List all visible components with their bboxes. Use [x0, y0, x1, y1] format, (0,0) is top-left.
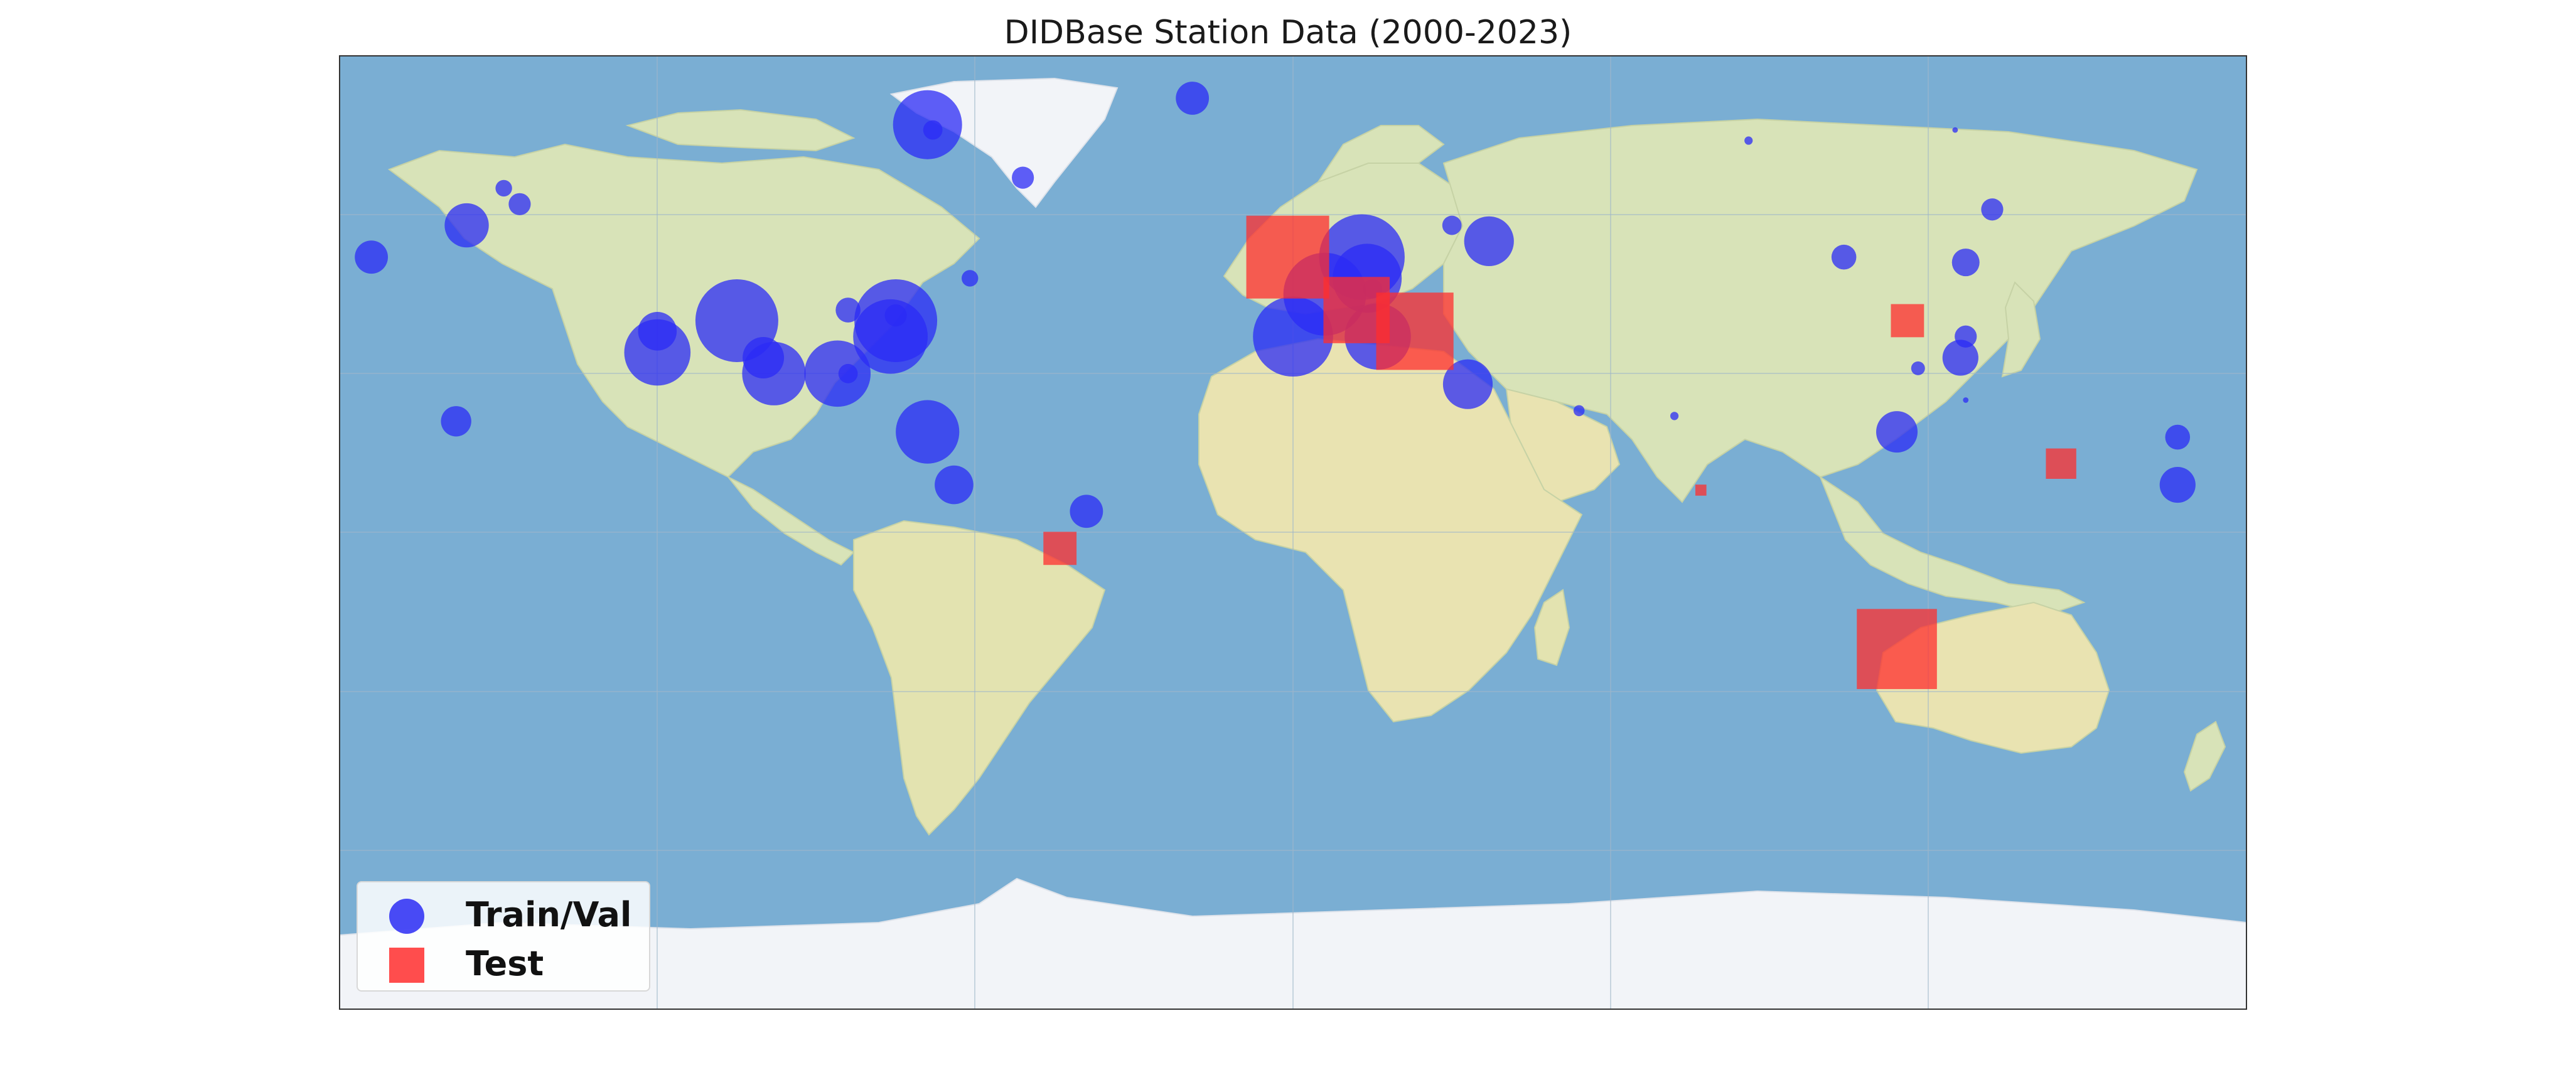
train-station-marker [1911, 361, 1925, 375]
train-station-marker [2159, 466, 2196, 503]
test-station-marker [2046, 448, 2076, 479]
train-station-marker [1942, 340, 1978, 376]
train-station-marker [2165, 424, 2191, 450]
train-station-marker [355, 240, 389, 274]
legend-item-train: Train/Val [358, 891, 649, 941]
train-station-marker [495, 179, 512, 197]
train-station-marker [742, 341, 806, 405]
train-station-marker [884, 304, 907, 327]
train-station-marker [1744, 136, 1753, 145]
train-station-marker [1442, 215, 1462, 235]
figure: DIDBase Station Data (2000-2023) Train/V… [0, 0, 2576, 1065]
train-station-marker [1012, 166, 1034, 189]
train-station-marker [896, 400, 960, 464]
train-station-marker [624, 319, 691, 386]
test-station-marker [1043, 532, 1077, 565]
legend-circle-icon [389, 899, 424, 934]
train-station-marker [1070, 495, 1103, 528]
train-station-marker [838, 363, 858, 383]
train-station-marker [1253, 296, 1333, 377]
test-station-marker [1891, 304, 1924, 338]
legend-item-test: Test [358, 940, 649, 990]
train-station-marker [1670, 412, 1679, 420]
test-station-marker [1695, 484, 1707, 496]
train-station-marker [962, 270, 979, 287]
test-station-marker [1857, 609, 1937, 689]
test-station-marker [1246, 215, 1329, 299]
train-station-marker [1963, 397, 1969, 403]
train-station-marker [508, 193, 531, 215]
train-station-marker [441, 406, 471, 437]
legend-label-test: Test [466, 944, 544, 983]
train-station-marker [1876, 411, 1918, 453]
train-station-marker [923, 120, 943, 140]
legend: Train/Val Test [357, 881, 650, 992]
legend-label-train: Train/Val [466, 895, 632, 934]
train-station-marker [935, 465, 974, 505]
train-station-marker [1831, 244, 1857, 270]
train-station-marker [1573, 405, 1585, 417]
legend-square-icon [389, 948, 424, 983]
test-station-marker [1376, 292, 1454, 370]
train-station-marker [1952, 127, 1958, 133]
train-station-marker [1176, 82, 1210, 115]
train-station-marker [1981, 198, 2004, 221]
train-station-marker [1951, 249, 1980, 277]
train-station-marker [1464, 216, 1514, 266]
train-station-marker [444, 203, 489, 248]
